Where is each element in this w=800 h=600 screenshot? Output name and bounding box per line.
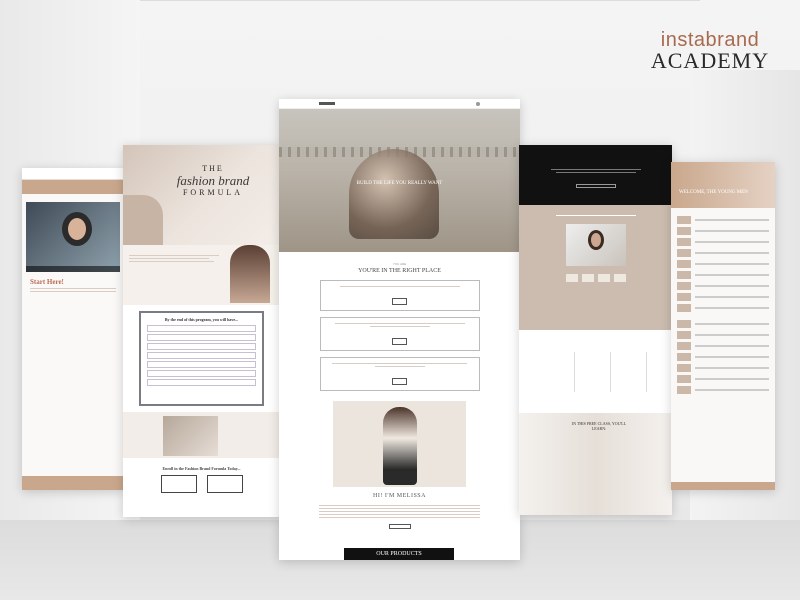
hero-section: BUILD THE LIFE YOU REALLY WANT [279, 109, 520, 252]
list-item [677, 331, 769, 339]
brand-logo-top: instabrand [660, 29, 760, 51]
outcome-item [147, 334, 256, 341]
founder-image [230, 245, 270, 303]
section-heading: YOU'RE IN THE RIGHT PLACE [358, 268, 441, 274]
list-item [677, 282, 769, 290]
timer-seconds [613, 274, 626, 282]
family-photo [349, 149, 439, 239]
footer-bar [671, 482, 775, 490]
intro-section [123, 245, 280, 305]
site-logo [319, 102, 335, 105]
menu-icon [476, 102, 480, 106]
brand-logo-bottom: ACADEMY [650, 48, 770, 73]
section-kicker: YOU ARE [392, 262, 407, 266]
enroll-heading: Enroll in the Fashion Brand Formula Toda… [162, 466, 241, 471]
about-heading: HI! I'M MELISSA [373, 493, 426, 499]
webinar-video-section [519, 205, 672, 330]
hero-image [123, 195, 163, 245]
timer-hours [581, 274, 594, 282]
question-box [319, 317, 480, 351]
list-item [677, 304, 769, 312]
brand-logo: instabrand ACADEMY [640, 30, 780, 72]
host-image [587, 230, 604, 250]
products-heading: OUR PRODUCTS [344, 548, 454, 560]
outcome-item [147, 352, 256, 359]
webinar-page-mockup: IN THIS FREE CLASS, YOU'LL LEARN: [519, 145, 672, 515]
pricing-plan-card [160, 475, 197, 493]
list-item [677, 271, 769, 279]
question-box [319, 357, 480, 391]
read-more-button [388, 524, 411, 529]
video-controls [26, 266, 120, 272]
countdown-timer [529, 274, 662, 282]
list-item [677, 260, 769, 268]
course-video-page-mockup: Start Here! [22, 168, 124, 490]
outcomes-title: By the end of this program, you will hav… [164, 317, 239, 322]
presenter-image [62, 212, 92, 246]
members-area-mockup: WELCOME, THE YOUNG MEN [671, 162, 775, 490]
outcome-item [147, 325, 256, 332]
room-ceiling-line [140, 0, 700, 1]
timer-days [565, 274, 578, 282]
outcomes-box: By the end of this program, you will hav… [139, 311, 264, 406]
question-button [391, 378, 408, 385]
pricing-plan-card [206, 475, 243, 493]
outcome-item [147, 379, 256, 386]
feature-column [545, 352, 575, 392]
footer-bar [22, 476, 124, 490]
outcome-item [147, 343, 256, 350]
question-button [392, 338, 407, 345]
hero-title-line-2: fashion brand [176, 173, 250, 188]
founder-figure [383, 407, 417, 485]
list-item [677, 320, 769, 328]
list-item [677, 353, 769, 361]
list-item [677, 227, 769, 235]
timer-minutes [597, 274, 610, 282]
feature-column [581, 352, 611, 392]
list-item [677, 342, 769, 350]
learn-heading: IN THIS FREE CLASS, YOU'LL LEARN: [571, 421, 627, 431]
about-section [123, 412, 280, 458]
outcome-item [147, 361, 256, 368]
list-item [677, 249, 769, 257]
outcome-item [147, 370, 256, 377]
hero-section: THE fashion brand FORMULA [123, 145, 280, 245]
features-columns [519, 352, 672, 392]
list-item [677, 375, 769, 383]
hero-title: THE fashion brand FORMULA [163, 163, 263, 199]
start-here-heading: Start Here! [30, 278, 64, 286]
webinar-header [519, 145, 672, 205]
list-item [677, 386, 769, 394]
webinar-video [565, 224, 626, 266]
members-header: WELCOME, THE YOUNG MEN [671, 162, 775, 208]
hero-title-line-3: FORMULA [182, 188, 244, 197]
founder-photo [333, 401, 466, 487]
list-item [677, 293, 769, 301]
hero-headline: BUILD THE LIFE YOU REALLY WANT [356, 181, 443, 186]
site-nav [279, 99, 520, 109]
list-item [677, 364, 769, 372]
about-text [319, 505, 480, 518]
pricing-plans [123, 475, 280, 493]
about-image [163, 416, 218, 456]
start-here-text [30, 288, 116, 292]
welcome-heading: WELCOME, THE YOUNG MEN [679, 190, 748, 195]
site-header [22, 168, 124, 180]
homepage-mockup: BUILD THE LIFE YOU REALLY WANT YOU ARE Y… [279, 99, 520, 560]
question-box [319, 280, 480, 311]
feature-column [617, 352, 647, 392]
question-button [392, 298, 407, 305]
video-player [26, 202, 120, 272]
register-button [575, 184, 616, 188]
list-item [677, 238, 769, 246]
sales-page-mockup: THE fashion brand FORMULA By the end of … [123, 145, 280, 517]
header-bar [22, 180, 124, 194]
list-item [677, 216, 769, 224]
